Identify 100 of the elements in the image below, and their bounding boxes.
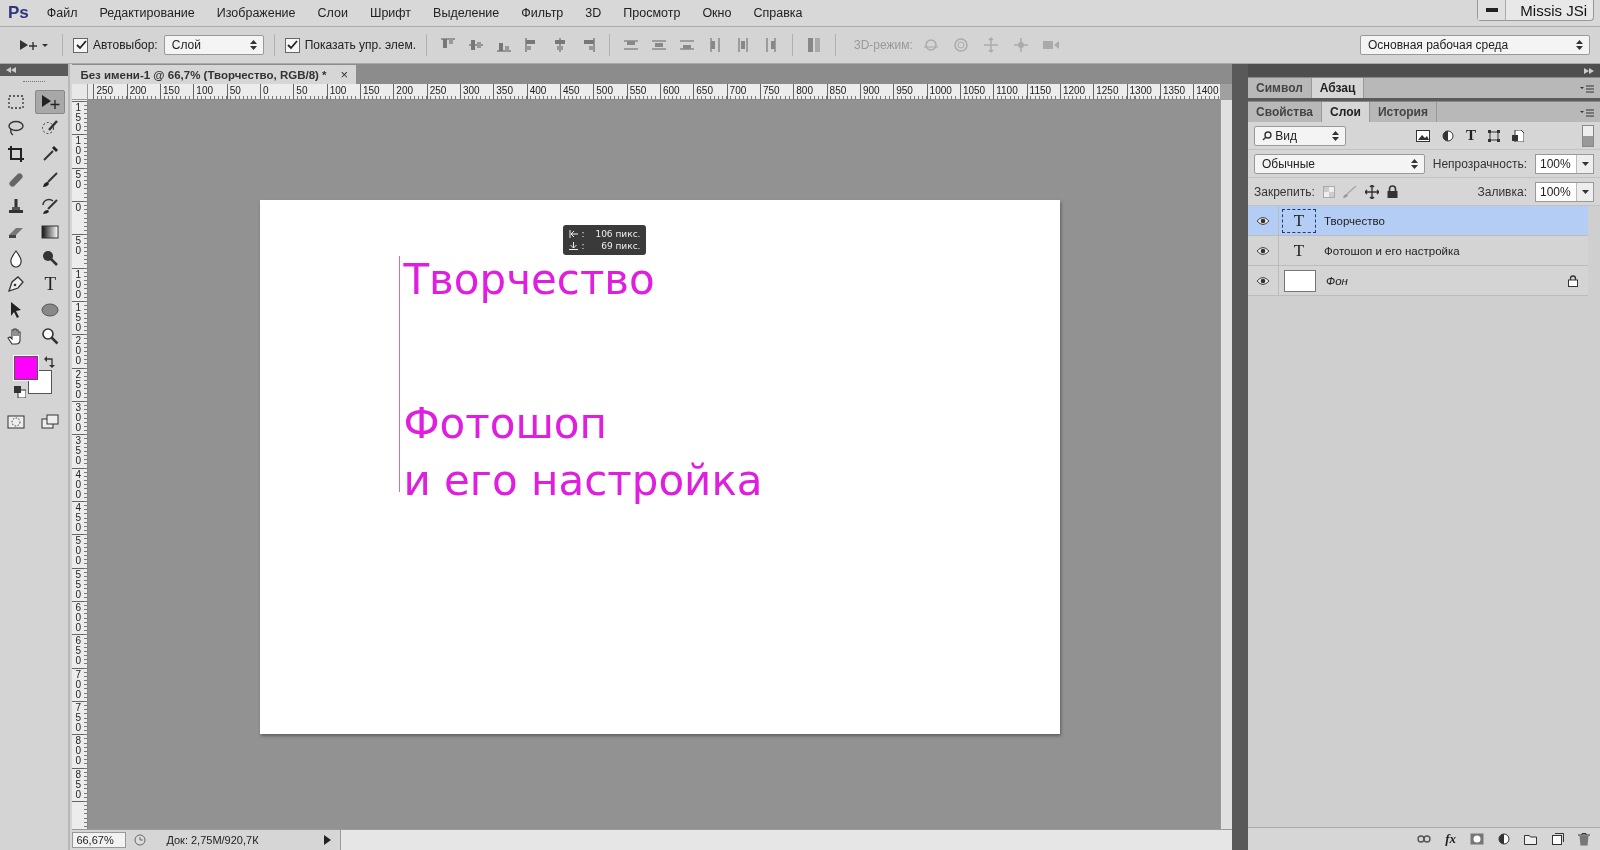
ruler-label: 600	[75, 602, 82, 633]
lock-position-icon[interactable]	[1364, 184, 1379, 199]
menu-item[interactable]: 3D	[585, 6, 602, 20]
move-tool[interactable]	[35, 90, 66, 114]
width-icon	[569, 230, 579, 238]
show-controls-checkbox[interactable]	[284, 37, 300, 53]
auto-select-dropdown[interactable]: Слой	[163, 35, 264, 55]
ruler-label: 850	[826, 84, 860, 99]
ruler-label: 950	[893, 84, 927, 99]
ruler-label: 0	[260, 84, 294, 99]
document-info: Док: 2,75М/920,7К	[165, 834, 260, 846]
auto-select-checkbox[interactable]	[73, 37, 88, 53]
caret-icon	[1581, 161, 1589, 166]
ruler-label: 450	[559, 84, 594, 99]
menu-item[interactable]: Выделение	[433, 6, 500, 20]
menu-item[interactable]: Изображение	[216, 6, 296, 20]
expand-icon[interactable]	[1584, 67, 1594, 74]
default-colors-icon[interactable]	[14, 386, 27, 398]
type-filter-icon[interactable]: T	[1466, 127, 1476, 144]
text-layer-thumbnail: T	[1282, 208, 1316, 233]
ruler-label: 650	[75, 636, 82, 667]
zoom-field[interactable]: 66,67%	[72, 832, 127, 848]
layer-row[interactable]: T Творчество	[1248, 206, 1588, 236]
menu-item[interactable]: Слои	[317, 6, 348, 20]
ruler-label: 550	[626, 84, 660, 99]
ruler-label: 900	[859, 84, 894, 99]
close-tab-button[interactable]: ×	[340, 67, 349, 82]
ruler-label: 650	[693, 84, 727, 99]
collapse-icon[interactable]	[6, 67, 16, 73]
layer-row[interactable]: Фон	[1248, 266, 1588, 296]
ruler-label: 150	[75, 103, 82, 133]
fill-caret-button[interactable]	[1576, 182, 1593, 201]
zoom-icon	[40, 326, 61, 346]
foreground-color-swatch[interactable]	[14, 356, 39, 380]
mask-icon[interactable]	[1470, 833, 1484, 845]
layer-filter-dropdown[interactable]: Вид	[1254, 125, 1346, 146]
horizontal-scrollbar[interactable]	[340, 830, 1233, 850]
status-info-icon[interactable]	[134, 834, 147, 846]
swap-colors-icon[interactable]	[44, 356, 57, 368]
eye-icon[interactable]	[1256, 275, 1270, 286]
tooltip-value: 106 пикс.	[594, 228, 641, 240]
layer-row[interactable]: T Фотошоп и его настройка	[1248, 236, 1588, 266]
ruler-label: 750	[759, 84, 794, 99]
ruler-label: 100	[75, 269, 82, 300]
fill-label: Заливка:	[1477, 184, 1527, 199]
menu-item[interactable]: Файл	[46, 6, 78, 20]
ruler-label: 50	[226, 84, 260, 99]
filter-toggle[interactable]	[1582, 124, 1594, 147]
eye-icon[interactable]	[1256, 245, 1270, 256]
lock-label: Закрепить:	[1254, 184, 1315, 199]
trash-icon[interactable]	[1578, 832, 1590, 846]
eye-icon[interactable]	[1256, 215, 1270, 226]
menu-item[interactable]: Справка	[753, 6, 803, 20]
ruler-label: 100	[193, 84, 227, 99]
ruler-label: 150	[160, 84, 194, 99]
minimize-button[interactable]	[1478, 0, 1507, 20]
user-name: Missis JSi	[1519, 1, 1588, 19]
type-tool[interactable]: T	[35, 272, 66, 296]
opacity-field[interactable]: 100%	[1535, 153, 1594, 174]
menu-item[interactable]: Редактирование	[99, 6, 195, 20]
ruler-label: 600	[659, 84, 694, 99]
document-tab[interactable]: Без имени-1 @ 66,7% (Творчество, RGB/8) * ×	[72, 65, 357, 84]
workspace-dropdown[interactable]: Основная рабочая среда	[1360, 35, 1590, 55]
lock-all-icon[interactable]	[1386, 185, 1398, 198]
opacity-caret-button[interactable]	[1576, 154, 1593, 173]
status-menu-arrow[interactable]	[324, 835, 333, 845]
panel-tab[interactable]: Абзац	[1311, 78, 1365, 98]
image-filter-icon[interactable]	[1416, 129, 1430, 142]
align-vcenter-icon[interactable]	[468, 37, 485, 53]
fill-field[interactable]: 100%	[1535, 181, 1594, 202]
layer-style-button[interactable]: fx	[1445, 831, 1456, 847]
canvas-text: и его настройка	[403, 455, 763, 507]
layer-name: Фон	[1326, 274, 1348, 287]
panel-tab[interactable]: Слои	[1322, 102, 1370, 122]
quick-mask-icon	[6, 412, 27, 432]
ruler-label: 500	[75, 536, 82, 567]
shape-filter-icon[interactable]	[1488, 129, 1500, 142]
app-logo: Ps	[8, 3, 29, 23]
ruler-label: 250	[75, 369, 82, 400]
tooltip-separator: :	[581, 240, 585, 252]
shape-icon	[40, 300, 61, 320]
ruler-label: 1000	[926, 84, 960, 99]
toolbar-grip[interactable]	[23, 81, 46, 85]
ruler-label: 350	[493, 84, 527, 99]
menu-item[interactable]: Окно	[702, 6, 732, 20]
adjustment-layer-icon[interactable]	[1498, 833, 1510, 845]
new-layer-icon[interactable]	[1552, 833, 1564, 845]
folder-icon[interactable]	[1524, 833, 1538, 845]
link-icon[interactable]	[1417, 834, 1432, 844]
menu-item[interactable]: Шрифт	[369, 6, 412, 20]
menu-item[interactable]: Просмотр	[623, 6, 681, 20]
vertical-scrollbar[interactable]	[1220, 100, 1233, 829]
blend-mode-dropdown[interactable]: Обычные	[1254, 153, 1425, 174]
smart-object-filter-icon[interactable]	[1512, 129, 1524, 142]
adjustment-filter-icon[interactable]	[1442, 129, 1454, 142]
ruler-label: 350	[75, 436, 82, 467]
history-brush-icon	[40, 196, 61, 216]
menu-item[interactable]: Фильтр	[521, 6, 564, 20]
updown-arrow-icon	[1332, 130, 1339, 141]
canvas-text: Фотошоп	[403, 398, 607, 450]
